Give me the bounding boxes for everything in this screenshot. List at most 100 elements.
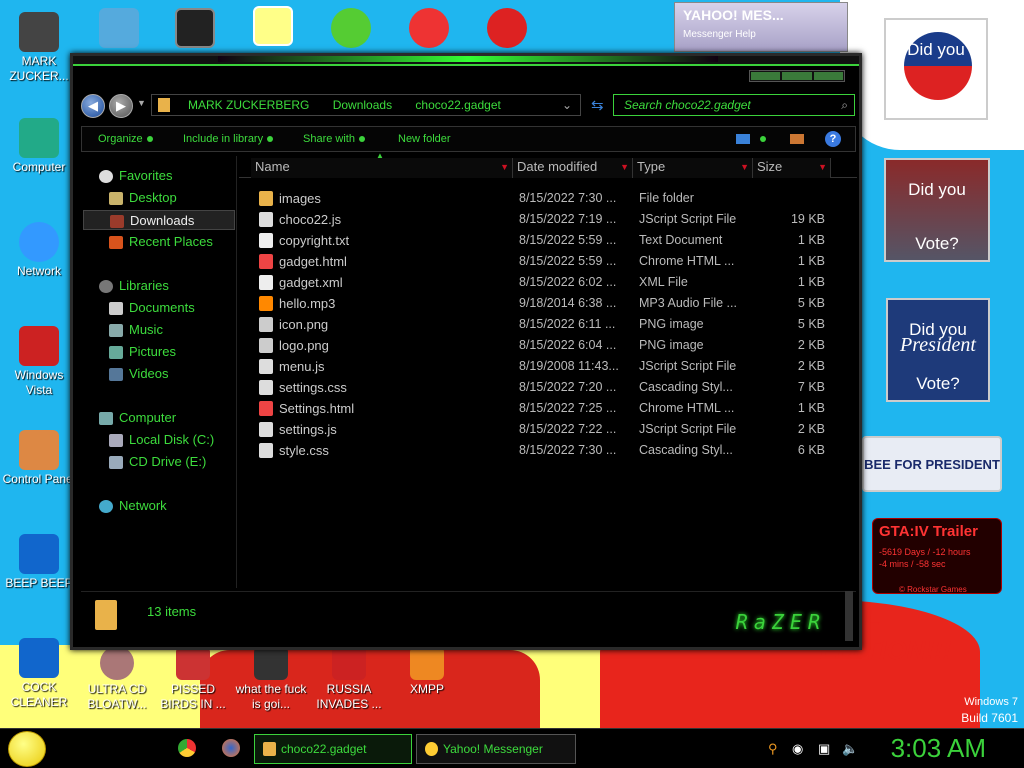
nav-favorites[interactable]: Favorites (99, 166, 172, 186)
nav-videos[interactable]: Videos (109, 364, 169, 384)
chevron-down-icon[interactable]: ⌄ (562, 95, 572, 115)
file-row[interactable]: gadget.xml 8/15/2022 6:02 ... XML File 1 KB (239, 272, 839, 293)
yahoo-messenger-window[interactable]: YAHOO! MES... Messenger Help (674, 2, 848, 52)
start-button[interactable] (8, 731, 46, 767)
refresh-icon[interactable]: ⇆ (591, 96, 604, 114)
desktop-icon[interactable] (236, 6, 310, 48)
chevron-down-icon[interactable]: ▼ (740, 158, 749, 176)
maximize-button[interactable] (782, 72, 812, 80)
network-tray-icon[interactable]: ▣ (818, 741, 834, 757)
desktop-icon[interactable] (470, 8, 544, 50)
obama-gadget[interactable]: Did you (884, 18, 988, 120)
breadcrumb-item[interactable]: Downloads (333, 98, 392, 112)
desktop-icon[interactable]: PISSED BIRDS IN ... (156, 646, 230, 712)
forward-button[interactable]: ▶ (109, 94, 133, 118)
nav-cd-drive[interactable]: CD Drive (E:) (109, 452, 206, 472)
nav-pictures[interactable]: Pictures (109, 342, 176, 362)
huckabee-gadget[interactable]: BEE FOR PRESIDENT (862, 436, 1002, 492)
task-yahoo[interactable]: Yahoo! Messenger (416, 734, 576, 764)
control-panel-icon (19, 430, 59, 470)
file-row[interactable]: logo.png 8/15/2022 6:04 ... PNG image 2 KB (239, 335, 839, 356)
clock[interactable]: 3:03 AM (891, 733, 986, 764)
nav-downloads[interactable]: Downloads (83, 210, 235, 230)
column-header-size[interactable]: Size ▼ (753, 158, 831, 178)
nav-documents[interactable]: Documents (109, 298, 195, 318)
desktop-icon[interactable] (158, 8, 232, 50)
volume-icon[interactable]: 🔈 (842, 741, 858, 757)
breadcrumb-item[interactable]: MARK ZUCKERBERG (188, 98, 309, 112)
help-icon[interactable]: ? (825, 131, 841, 147)
file-row[interactable]: menu.js 8/19/2008 11:43... JScript Script … (239, 356, 839, 377)
file-row[interactable]: settings.css 8/15/2022 7:20 ... Cascading … (239, 377, 839, 398)
breadcrumb-item[interactable]: choco22.gadget (415, 98, 500, 112)
share-with-button[interactable]: Share with (303, 127, 365, 151)
desktop-icon[interactable]: BEEP BEEP (2, 534, 76, 591)
file-type: JScript Script File (639, 359, 737, 373)
back-button[interactable]: ◀ (81, 94, 105, 118)
president-gadget[interactable]: Did you President Vote? (886, 298, 990, 402)
minimize-button[interactable] (751, 72, 781, 80)
chevron-down-icon[interactable]: ▼ (818, 158, 827, 176)
file-date: 9/18/2014 6:38 ... (519, 296, 617, 310)
desktop-icon[interactable]: Network (2, 222, 76, 279)
column-header-type[interactable]: Type ▼ (633, 158, 753, 178)
new-folder-button[interactable]: New folder (398, 127, 451, 151)
desktop-icon[interactable]: what the fuck is goi... (234, 646, 308, 712)
desktop-icon[interactable]: XMPP (390, 646, 464, 697)
chevron-down-icon[interactable]: ▼ (500, 158, 509, 176)
close-button[interactable] (813, 72, 843, 80)
desktop-icon[interactable]: Windows Vista (2, 326, 76, 398)
column-header-date[interactable]: Date modified ▼ (513, 158, 633, 178)
nav-network[interactable]: Network (99, 496, 167, 516)
status-tray-icon[interactable]: ◉ (792, 741, 808, 757)
desktop-icon[interactable]: MARK ZUCKER... (2, 12, 76, 84)
desktop-icon[interactable] (82, 8, 156, 50)
file-icon (259, 233, 273, 248)
chevron-down-icon[interactable]: ▼ (620, 158, 629, 176)
search-input[interactable]: Search choco22.gadget ⌕ (613, 94, 855, 116)
preview-pane-icon[interactable] (790, 134, 804, 144)
search-icon[interactable]: ⌕ (841, 95, 848, 115)
file-row[interactable]: choco22.js 8/15/2022 7:19 ... JScript Scri… (239, 209, 839, 230)
yahoo-menu[interactable]: Messenger Help (683, 29, 756, 40)
chrome-icon[interactable] (178, 739, 196, 757)
file-row[interactable]: copyright.txt 8/15/2022 5:59 ... Text Docu… (239, 230, 839, 251)
column-label: Name (255, 159, 290, 174)
nav-libraries[interactable]: Libraries (99, 276, 169, 296)
desktop-icon[interactable]: Control Panel (2, 430, 76, 487)
nav-desktop[interactable]: Desktop (109, 188, 177, 208)
task-explorer[interactable]: choco22.gadget (254, 734, 412, 764)
desktop-icon[interactable]: ULTRA CD BLOATW... (80, 646, 154, 712)
organize-button[interactable]: Organize (98, 127, 153, 151)
file-row[interactable]: hello.mp3 9/18/2014 6:38 ... MP3 Audio Fil… (239, 293, 839, 314)
nav-local-disk[interactable]: Local Disk (C:) (109, 430, 214, 450)
desktop-icon[interactable] (392, 8, 466, 50)
view-icon[interactable] (736, 134, 750, 144)
address-bar[interactable]: MARK ZUCKERBERG Downloads choco22.gadget… (151, 94, 581, 116)
include-in-library-button[interactable]: Include in library (183, 127, 274, 151)
desktop-icon[interactable]: Computer (2, 118, 76, 175)
recent-dropdown-icon[interactable]: ▼ (137, 98, 146, 108)
gta-countdown-gadget[interactable]: GTA:IV Trailer -5619 Days / -12 hours -4… (872, 518, 1002, 594)
file-row[interactable]: style.css 8/15/2022 7:30 ... Cascading Sty… (239, 440, 839, 461)
column-header-name[interactable]: Name ▼ (251, 158, 513, 178)
desktop-icon[interactable]: RUSSIA INVADES ... (312, 646, 386, 712)
vote-gadget[interactable]: Did you Vote? (884, 158, 990, 262)
nav-computer[interactable]: Computer (99, 408, 176, 428)
desktop-icon[interactable]: COCK CLEANER (2, 638, 76, 710)
caption-buttons[interactable] (749, 70, 845, 82)
file-row[interactable]: images 8/15/2022 7:30 ... File folder (239, 188, 839, 209)
explorer-window[interactable]: ◀ ▶ ▼ MARK ZUCKERBERG Downloads choco22.… (70, 53, 862, 650)
file-name: images (279, 191, 321, 206)
file-row[interactable]: Settings.html 8/15/2022 7:25 ... Chrome HT… (239, 398, 839, 419)
nav-music[interactable]: Music (109, 320, 163, 340)
file-row[interactable]: icon.png 8/15/2022 6:11 ... PNG image 5 KB (239, 314, 839, 335)
search-tray-icon[interactable]: ⚲ (768, 741, 784, 757)
firefox-icon[interactable] (222, 739, 240, 757)
file-row[interactable]: gadget.html 8/15/2022 5:59 ... Chrome HTML… (239, 251, 839, 272)
desktop-icon[interactable] (314, 8, 388, 50)
file-size: 1 KB (797, 233, 825, 247)
nav-recent-places[interactable]: Recent Places (109, 232, 213, 252)
view-dropdown-icon[interactable] (760, 136, 766, 142)
file-row[interactable]: settings.js 8/15/2022 7:22 ... JScript Scr… (239, 419, 839, 440)
